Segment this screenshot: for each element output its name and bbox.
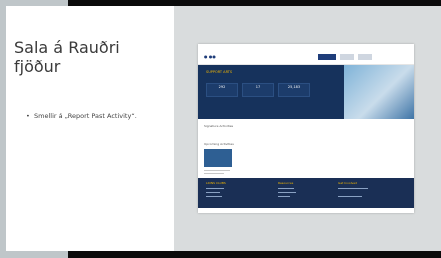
bullet-text: Smellir á „Report Past Activity“. [34,112,137,120]
activity-card-image [204,149,232,167]
footer-link [206,192,220,193]
footer-link [278,196,290,197]
hero-title: SUPPORT ARTS [206,70,233,74]
embedded-website-screenshot: ● ●● SUPPORT ARTS 292 17 25,183 Signatur… [198,44,414,213]
slide-title: Sala á Rauðri fjöður [14,38,120,76]
bullet-item: • Smellir á „Report Past Activity“. [26,112,156,120]
website-logo: ● ●● [204,54,216,59]
stat-tile: 25,183 [278,83,310,97]
stat-value: 17 [255,85,261,89]
caption-line [204,170,230,171]
hero-photo [344,65,414,119]
website-hero-banner: SUPPORT ARTS 292 17 25,183 [198,65,414,119]
website-nav-item [358,54,372,60]
website-nav-button [318,54,336,60]
website-nav-item [340,54,354,60]
footer-link [206,188,224,189]
footer-link [278,188,294,189]
bullet-list: • Smellir á „Report Past Activity“. [26,112,156,120]
footer-heading: Get Involved [338,181,358,185]
footer-heading: Resources [278,181,294,185]
window-frame-bottom [68,251,441,258]
caption-line [204,173,224,174]
footer-link [278,192,296,193]
footer-link [338,196,362,197]
section-heading: Upcoming Activities [204,142,234,146]
stat-tile: 292 [206,83,238,97]
stat-tile: 17 [242,83,274,97]
section-heading: Signature Activities [204,124,234,128]
bullet-icon: • [26,112,30,120]
website-footer: LIONS CLUBS Resources Get Involved [198,178,414,208]
stat-value: 25,183 [287,85,301,89]
footer-link [206,196,222,197]
stat-value: 292 [218,85,226,89]
footer-link [338,188,368,189]
website-nav-bar: ● ●● [198,52,414,65]
footer-heading: LIONS CLUBS [206,181,226,185]
